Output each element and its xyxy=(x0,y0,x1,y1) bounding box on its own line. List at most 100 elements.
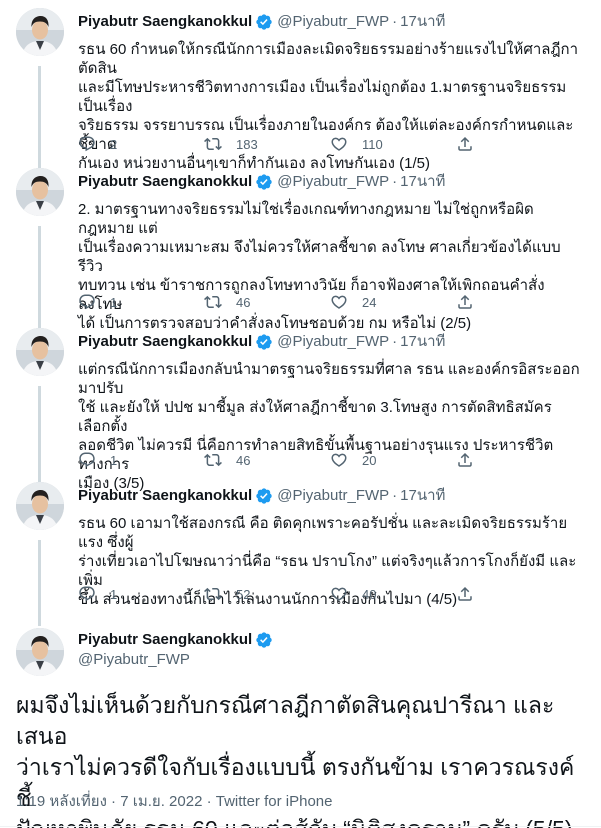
tweet-text-line: ได้ เป็นการตรวจสอบว่าคำสั่งลงโทษชอบด้วย … xyxy=(78,315,472,332)
author-handle[interactable]: @Piyabutr_FWP xyxy=(277,172,389,192)
tweet-actions: 1 52 40 xyxy=(78,584,548,604)
share-icon xyxy=(456,293,488,311)
reply-icon xyxy=(78,293,110,311)
avatar[interactable] xyxy=(16,168,64,216)
tweet-actions: 1 46 24 xyxy=(78,292,548,312)
like-count: 40 xyxy=(362,586,377,602)
retweet-icon xyxy=(204,451,236,469)
tweet-header: Piyabutr Saengkanokkul @Piyabutr_FWP · 17นา… xyxy=(78,172,445,192)
tweet-text-line: 2. มาตรฐานทางจริยธรรมไม่ใช่เรื่องเกณฑ์ทา… xyxy=(78,201,534,237)
avatar-image xyxy=(16,482,64,530)
author-name[interactable]: Piyabutr Saengkanokkul xyxy=(78,172,252,192)
like-button[interactable]: 20 xyxy=(330,451,456,469)
separator-dot: · xyxy=(392,13,398,30)
avatar[interactable] xyxy=(16,628,64,676)
thread-connector xyxy=(38,226,41,332)
retweet-icon xyxy=(204,135,236,153)
verified-badge-icon xyxy=(255,13,273,31)
retweet-count: 46 xyxy=(236,294,251,310)
avatar-image xyxy=(16,328,64,376)
like-button[interactable]: 24 xyxy=(330,293,456,311)
like-count: 110 xyxy=(362,136,383,152)
thread-connector xyxy=(38,66,41,172)
author-name[interactable]: Piyabutr Saengkanokkul xyxy=(78,12,252,32)
tweet-time[interactable]: 17นาที xyxy=(400,332,445,352)
separator-dot: · xyxy=(392,173,398,190)
author-name[interactable]: Piyabutr Saengkanokkul xyxy=(78,332,252,352)
tweet-text-line: ใช้ และยังให้ ปปช มาชี้มูล ส่งให้ศาลฎีกา… xyxy=(78,399,552,435)
reply-button[interactable]: 1 xyxy=(78,585,204,603)
retweet-icon xyxy=(204,293,236,311)
tweet-text-line: รธน 60 เอามาใช้สองกรณี คือ ติดคุกเพราะคอ… xyxy=(78,515,568,551)
avatar[interactable] xyxy=(16,328,64,376)
tweet-time[interactable]: 17นาที xyxy=(400,486,445,506)
like-icon xyxy=(330,585,362,603)
tweet-text-line: เป็นเรื่องความเหมาะสม จึงไม่ควรให้ศาลชี้… xyxy=(78,239,561,275)
retweet-count: 46 xyxy=(236,452,251,468)
share-button[interactable] xyxy=(456,135,488,153)
reply-icon xyxy=(78,585,110,603)
tweet-text-line: แต่กรณีนักการเมืองกลับนำมาตรฐานจริยธรรมท… xyxy=(78,361,580,397)
tweet-header: Piyabutr Saengkanokkul @Piyabutr_FWP · 17นา… xyxy=(78,486,445,506)
like-icon xyxy=(330,293,362,311)
like-button[interactable]: 110 xyxy=(330,135,456,153)
tweet-text-line: ผมจึงไม่เห็นด้วยกับกรณีศาลฎีกาตัดสินคุณป… xyxy=(16,692,555,749)
avatar[interactable] xyxy=(16,482,64,530)
share-button[interactable] xyxy=(456,585,488,603)
tweet-metadata: 1:19 หลังเที่ยง · 7 เม.ย. 2022 · Twitter… xyxy=(16,792,332,812)
reply-icon xyxy=(78,135,110,153)
author-handle[interactable]: @Piyabutr_FWP xyxy=(277,12,389,32)
tweet-actions: 1 46 20 xyxy=(78,450,548,470)
tweet-time[interactable]: 17นาที xyxy=(400,172,445,192)
separator-dot: · xyxy=(392,333,398,350)
like-count: 20 xyxy=(362,452,377,468)
author-name[interactable]: Piyabutr Saengkanokkul xyxy=(78,630,252,650)
tweet-text-line: และมีโทษประหารชีวิตทางการเมือง เป็นเรื่อ… xyxy=(78,79,567,115)
share-icon xyxy=(456,451,488,469)
retweet-button[interactable]: 46 xyxy=(204,451,330,469)
retweet-button[interactable]: 46 xyxy=(204,293,330,311)
retweet-button[interactable]: 52 xyxy=(204,585,330,603)
like-icon xyxy=(330,451,362,469)
verified-badge-icon xyxy=(255,333,273,351)
like-count: 24 xyxy=(362,294,377,310)
share-button[interactable] xyxy=(456,293,488,311)
divider xyxy=(0,826,601,827)
avatar-image xyxy=(16,628,64,676)
author-handle[interactable]: @Piyabutr_FWP xyxy=(277,332,389,352)
reply-button[interactable]: 1 xyxy=(78,451,204,469)
separator-dot: · xyxy=(392,487,398,504)
reply-count: 1 xyxy=(110,586,118,602)
like-icon xyxy=(330,135,362,153)
reply-button[interactable]: 2 xyxy=(78,135,204,153)
tweet-header: Piyabutr Saengkanokkul @Piyabutr_FWP · 17นา… xyxy=(78,332,445,352)
reply-count: 1 xyxy=(110,294,118,310)
avatar-image xyxy=(16,168,64,216)
retweet-icon xyxy=(204,585,236,603)
verified-badge-icon xyxy=(255,487,273,505)
retweet-count: 183 xyxy=(236,136,258,152)
tweet-text-line: รธน 60 กำหนดให้กรณีนักการเมืองละเมิดจริย… xyxy=(78,41,579,77)
reply-icon xyxy=(78,451,110,469)
author-handle[interactable]: @Piyabutr_FWP xyxy=(277,486,389,506)
reply-button[interactable]: 1 xyxy=(78,293,204,311)
avatar-image xyxy=(16,8,64,56)
tweet-time[interactable]: 17นาที xyxy=(400,12,445,32)
tweet-timestamp[interactable]: 1:19 หลังเที่ยง · 7 เม.ย. 2022 · xyxy=(16,793,216,810)
author-handle[interactable]: @Piyabutr_FWP xyxy=(78,650,277,670)
tweet-header: Piyabutr Saengkanokkul @Piyabutr_FWP · 17นา… xyxy=(78,12,445,32)
tweet-source-link[interactable]: Twitter for iPhone xyxy=(216,793,333,810)
reply-count: 1 xyxy=(110,452,118,468)
tweet-actions: 2 183 110 xyxy=(78,134,548,154)
verified-badge-icon xyxy=(255,173,273,191)
thread-connector xyxy=(38,540,41,626)
share-button[interactable] xyxy=(456,451,488,469)
verified-badge-icon xyxy=(255,631,273,649)
tweet-text-line: กันเอง หน่วยงานอื่นๆเขาก็ทำกันเอง ลงโทษก… xyxy=(78,155,430,172)
like-button[interactable]: 40 xyxy=(330,585,456,603)
avatar[interactable] xyxy=(16,8,64,56)
retweet-button[interactable]: 183 xyxy=(204,135,330,153)
author-name[interactable]: Piyabutr Saengkanokkul xyxy=(78,486,252,506)
reply-count: 2 xyxy=(110,136,118,152)
retweet-count: 52 xyxy=(236,586,251,602)
